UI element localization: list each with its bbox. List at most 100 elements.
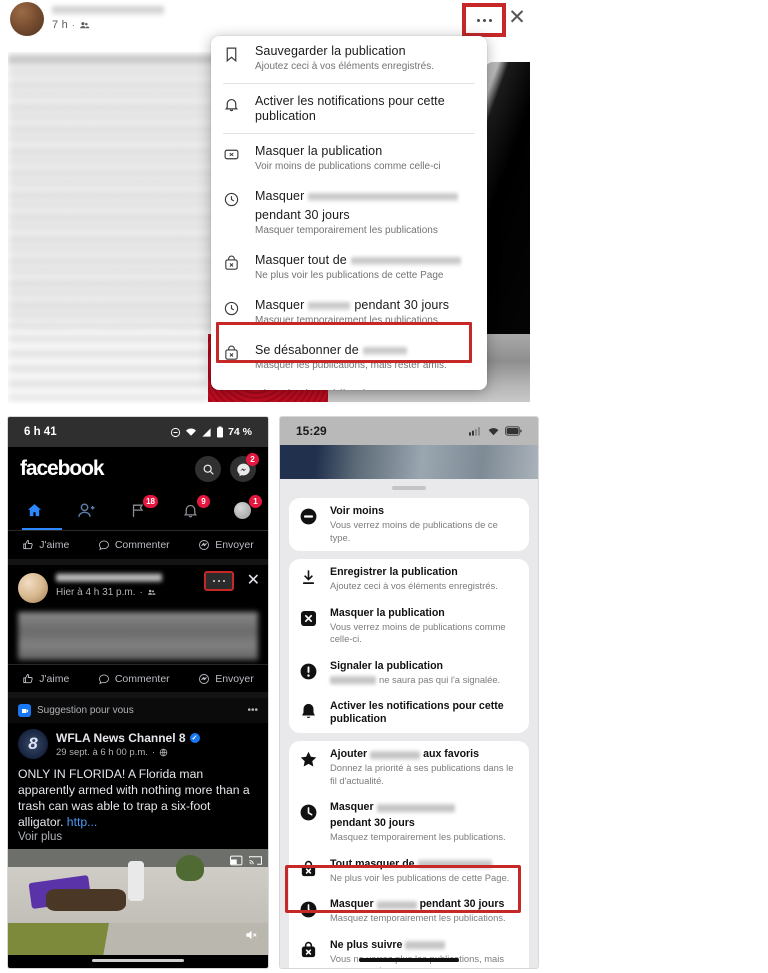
menu-item-title-prefix: Tout masquer de (330, 857, 415, 870)
menu-item-save-post[interactable]: Sauvegarder la publication Ajoutez ceci … (211, 36, 487, 81)
three-dots-icon[interactable] (466, 7, 502, 33)
menu-divider (223, 133, 475, 134)
menu-item-report-post[interactable]: Signaler la publication ne saura pas qui… (211, 380, 487, 390)
blurred-page-name (417, 859, 492, 869)
see-more-button[interactable]: Voir plus (18, 831, 258, 843)
desktop-post-options-button-highlight[interactable] (462, 3, 506, 37)
sidebar-item-home[interactable] (17, 498, 51, 524)
sidebar-item-notifications[interactable]: 9 (173, 494, 210, 524)
blurred-post-text (18, 612, 258, 660)
menu-item-subtitle: Vous verrez moins de publications de ce … (330, 519, 498, 543)
blurred-post-image (8, 64, 223, 329)
menu-item-title-suffix: pendant 30 jours (330, 817, 415, 829)
pages-badge: 18 (143, 494, 158, 508)
sidebar-item-menu[interactable]: 1 (225, 494, 262, 524)
mobile-ios-screenshot: 15:29 Voir moins Vous verrez moins de pu… (280, 417, 538, 968)
menu-item-hide-post[interactable]: Masquer la publication Vous verrez moins… (289, 600, 529, 653)
comment-icon (98, 673, 109, 684)
desktop-post-options-menu[interactable]: Sauvegarder la publication Ajoutez ceci … (211, 36, 487, 390)
screenshot-root: 7 h · ✕ Sauvegarder la publication Ajout… (0, 0, 768, 973)
news-page-name: WFLA News Channel 8 (56, 730, 186, 745)
menu-item-turn-on-notifications[interactable]: Activer les notifications pour cette pub… (211, 86, 487, 131)
close-icon[interactable]: ✕ (247, 570, 260, 590)
search-button[interactable] (195, 456, 221, 482)
like-icon (23, 540, 33, 550)
comment-button[interactable]: Commenter (98, 539, 170, 551)
bookmark-icon (223, 44, 245, 74)
menu-item-title: Activer les notifications pour cette pub… (330, 700, 504, 725)
meta-separator: · (71, 20, 76, 30)
picture-in-picture-icon[interactable] (230, 855, 243, 866)
menu-item-title-prefix: Masquer (330, 898, 374, 910)
globe-icon (159, 748, 168, 756)
news-post-video[interactable] (8, 849, 268, 967)
menu-item-subtitle: Vous verrez moins de publications comme … (330, 620, 506, 645)
menu-item-unfollow[interactable]: Se désabonner de Masquer les publication… (211, 335, 487, 380)
muted-speaker-icon[interactable] (244, 928, 258, 945)
status-icons (469, 426, 522, 437)
menu-item-see-less[interactable]: Voir moins Vous verrez moins de publicat… (289, 498, 529, 551)
suggestion-banner: Suggestion pour vous ••• (8, 698, 268, 723)
menu-item-subtitle: Ajoutez ceci à vos éléments enregistrés. (330, 580, 498, 591)
menu-item-add-to-favorites[interactable]: Ajouter aux favoris Donnez la priorité à… (289, 741, 529, 794)
status-time: 15:29 (296, 424, 327, 438)
menu-item-report-post[interactable]: Signaler la publication ne saura pas qui… (289, 653, 529, 694)
suggestion-options-icon[interactable]: ••• (247, 705, 258, 716)
menu-item-snooze-person-30-days[interactable]: Masquer pendant 30 jours Masquer tempora… (211, 290, 487, 335)
menu-item-snooze-person-30-days[interactable]: Masquer pendant 30 jours Masquez tempora… (289, 891, 529, 932)
menu-item-subtitle: Donnez la priorité à ses publications da… (330, 762, 514, 786)
menu-item-unfollow[interactable]: Ne plus suivre Vous ne verrez plus les p… (289, 932, 529, 968)
messenger-button[interactable]: 2 (230, 453, 259, 482)
news-post-text: ONLY IN FLORIDA! A Florida man apparentl… (18, 766, 258, 830)
like-button[interactable]: J'aime (22, 539, 69, 551)
bell-icon (299, 700, 320, 721)
send-button[interactable]: Envoyer (198, 673, 254, 685)
menu-item-title-suffix: pendant 30 jours (255, 208, 350, 222)
battery-icon (505, 426, 522, 436)
status-time: 6 h 41 (24, 426, 57, 438)
comment-button[interactable]: Commenter (98, 673, 170, 685)
video-icon (18, 704, 31, 717)
send-label: Envoyer (215, 672, 254, 685)
ios-options-sheet[interactable]: Voir moins Vous verrez moins de publicat… (280, 479, 538, 968)
blurred-post-image-lower (8, 334, 208, 400)
video-progress-bar[interactable] (8, 955, 268, 967)
sheet-grabber[interactable] (392, 486, 426, 490)
like-button[interactable]: J'aime (22, 673, 69, 685)
menu-item-hide-post[interactable]: Masquer la publication Voir moins de pub… (211, 136, 487, 181)
post-photo-backdrop (280, 445, 538, 479)
bell-icon (183, 504, 197, 518)
comment-label: Commenter (114, 672, 170, 685)
signal-icon (202, 427, 211, 437)
menu-item-snooze-page-30-days[interactable]: Masquer pendant 30 jours Masquer tempora… (211, 181, 487, 245)
cast-icon[interactable] (249, 855, 262, 866)
clock-icon (223, 189, 245, 238)
header-actions: 2 (195, 453, 259, 482)
close-icon[interactable]: ✕ (506, 7, 528, 29)
facebook-app-header: facebook 2 (8, 447, 268, 491)
menu-item-hide-all-from-page[interactable]: Masquer tout de Ne plus voir les publica… (211, 245, 487, 290)
sidebar-item-friends[interactable] (69, 498, 103, 524)
menu-item-turn-on-notifications[interactable]: Activer les notifications pour cette pub… (289, 693, 529, 733)
news-page-name-row[interactable]: WFLA News Channel 8 ✓ (56, 731, 200, 745)
blurred-person-name (362, 345, 407, 356)
active-tab-underline (22, 527, 62, 530)
send-label: Envoyer (215, 539, 254, 551)
home-icon (27, 504, 41, 517)
menu-item-title: Masquer la publication (330, 606, 445, 619)
post-time: 7 h (52, 19, 68, 31)
sidebar-item-pages[interactable]: 18 (121, 494, 158, 524)
notifications-badge: 9 (197, 494, 210, 508)
bag-x-icon (299, 858, 320, 879)
menu-item-save-post[interactable]: Enregistrer la publication Ajoutez ceci … (289, 559, 529, 600)
news-post-link[interactable]: http... (67, 815, 98, 829)
menu-item-snooze-page-30-days[interactable]: Masquer pendant 30 jours Masquez tempora… (289, 794, 529, 851)
menu-item-hide-all-from-page[interactable]: Tout masquer de Ne plus voir les publica… (289, 851, 529, 892)
blurred-person-name (308, 300, 351, 311)
menu-item-title-prefix: Masquer (255, 189, 305, 203)
send-button[interactable]: Envoyer (198, 539, 254, 551)
menu-item-title-suffix: aux favoris (423, 748, 480, 760)
video-bush (176, 855, 204, 881)
dark-photo-right (485, 62, 530, 334)
mobile-post-options-button-highlight[interactable] (204, 571, 234, 591)
